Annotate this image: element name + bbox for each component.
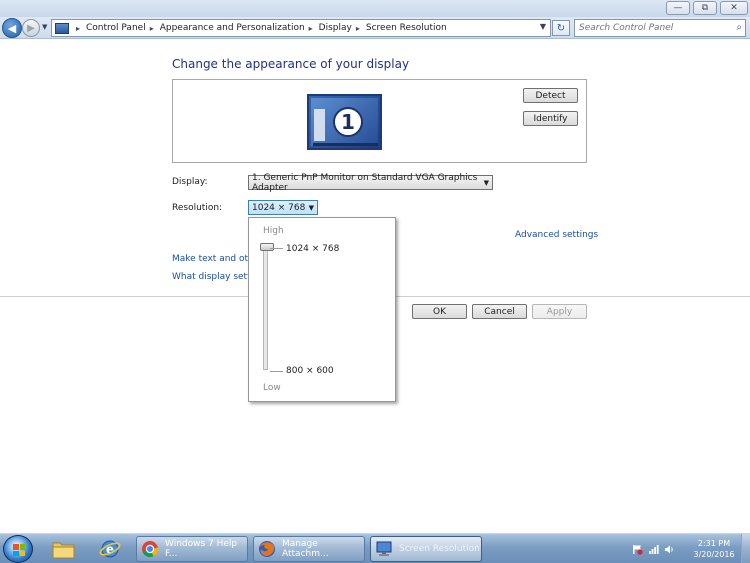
- maximize-button[interactable]: ⧉: [693, 1, 717, 15]
- notification-area: [632, 537, 675, 561]
- display-label: Display:: [172, 177, 208, 187]
- chrome-icon: [142, 541, 159, 557]
- resolution-slider-popup: High 1024 × 768 800 × 600 Low: [248, 217, 396, 402]
- volume-icon[interactable]: [664, 544, 675, 555]
- caption-buttons: — ⧉ ✕: [666, 1, 748, 15]
- network-signal-icon[interactable]: [648, 544, 659, 555]
- slider-tick-low: [270, 371, 283, 372]
- navigation-bar: ◀ ▶ ▼ ▸ Control Panel ▸ Appearance and P…: [0, 17, 750, 39]
- slider-tick-high: [270, 248, 283, 249]
- refresh-button[interactable]: ↻: [552, 20, 570, 36]
- resolution-select[interactable]: 1024 × 768 ▼: [248, 200, 318, 215]
- search-box[interactable]: ⌕: [574, 19, 746, 37]
- address-dropdown-icon[interactable]: ▼: [540, 22, 546, 31]
- taskbar-item-help-forum[interactable]: Windows 7 Help F...: [136, 536, 248, 562]
- display-icon: [376, 541, 392, 556]
- system-clock[interactable]: 2:31 PM 3/20/2016: [690, 538, 738, 560]
- chevron-right-icon[interactable]: ▸: [150, 24, 154, 33]
- chevron-down-icon[interactable]: ▼: [309, 204, 314, 212]
- display-select-value: 1. Generic PnP Monitor on Standard VGA G…: [252, 172, 478, 193]
- clock-date: 3/20/2016: [693, 550, 735, 559]
- high-label: High: [263, 226, 284, 236]
- monitor-1-icon[interactable]: 1: [307, 94, 382, 150]
- chevron-right-icon[interactable]: ▸: [76, 24, 80, 33]
- action-center-flag-icon[interactable]: [632, 544, 643, 555]
- identify-button[interactable]: Identify: [523, 111, 578, 126]
- detect-button[interactable]: Detect: [523, 88, 578, 103]
- breadcrumb-screen-resolution[interactable]: Screen Resolution: [366, 23, 447, 33]
- apply-button[interactable]: Apply: [532, 304, 587, 319]
- recent-pages-dropdown[interactable]: ▼: [42, 23, 47, 31]
- breadcrumb-appearance[interactable]: Appearance and Personalization: [160, 23, 305, 33]
- close-button[interactable]: ✕: [720, 1, 748, 15]
- folder-icon: [52, 542, 75, 559]
- taskbar-item-screen-resolution[interactable]: Screen Resolution: [370, 536, 482, 562]
- display-preview-panel: 1 Detect Identify: [172, 79, 587, 163]
- resolution-label: Resolution:: [172, 203, 223, 213]
- taskbar-item-label: Windows 7 Help F...: [165, 539, 238, 559]
- monitor-number: 1: [333, 107, 363, 137]
- explorer-pinned-button[interactable]: [46, 537, 82, 561]
- chevron-right-icon[interactable]: ▸: [356, 24, 360, 33]
- resolution-slider-thumb[interactable]: [260, 243, 274, 251]
- start-button[interactable]: [3, 535, 33, 563]
- control-panel-icon: [55, 22, 69, 34]
- minimize-button[interactable]: —: [666, 1, 690, 15]
- resolution-slider-track[interactable]: [263, 248, 268, 370]
- low-label: Low: [263, 383, 281, 393]
- taskbar-item-label: Manage Attachm...: [282, 539, 329, 559]
- search-input[interactable]: [579, 23, 727, 33]
- internet-explorer-icon: e: [99, 540, 121, 558]
- search-icon[interactable]: ⌕: [736, 22, 742, 33]
- chevron-down-icon[interactable]: ▼: [484, 179, 489, 187]
- resolution-option-high[interactable]: 1024 × 768: [286, 244, 339, 254]
- breadcrumb-display[interactable]: Display: [319, 23, 352, 33]
- taskbar-item-manage-attachments[interactable]: Manage Attachm...: [253, 536, 365, 562]
- cancel-button[interactable]: Cancel: [472, 304, 527, 319]
- taskbar: e Windows 7 Help F... Manage Attachm... …: [0, 533, 750, 563]
- monitor-screen: 1: [311, 98, 378, 146]
- window-title-bar: — ⧉ ✕: [0, 0, 750, 17]
- advanced-settings-link[interactable]: Advanced settings: [515, 230, 598, 240]
- chevron-right-icon[interactable]: ▸: [309, 24, 313, 33]
- firefox-icon: [259, 541, 275, 557]
- taskbar-item-label: Screen Resolution: [399, 544, 480, 554]
- forward-button[interactable]: ▶: [22, 19, 40, 37]
- ok-button[interactable]: OK: [412, 304, 467, 319]
- back-button[interactable]: ◀: [2, 18, 22, 38]
- page-title: Change the appearance of your display: [172, 57, 410, 71]
- resolution-select-value: 1024 × 768: [252, 202, 306, 213]
- resolution-option-low[interactable]: 800 × 600: [286, 366, 334, 376]
- show-desktop-button[interactable]: [741, 534, 750, 563]
- breadcrumb-control-panel[interactable]: Control Panel: [86, 23, 146, 33]
- monitor-window-shape: [314, 109, 325, 141]
- address-bar[interactable]: ▸ Control Panel ▸ Appearance and Persona…: [51, 19, 551, 37]
- clock-time: 2:31 PM: [697, 539, 731, 548]
- internet-explorer-pinned-button[interactable]: e: [92, 537, 128, 561]
- display-select[interactable]: 1. Generic PnP Monitor on Standard VGA G…: [248, 172, 493, 193]
- windows-logo-icon: [13, 544, 25, 556]
- monitor-taskbar-shape: [313, 143, 378, 146]
